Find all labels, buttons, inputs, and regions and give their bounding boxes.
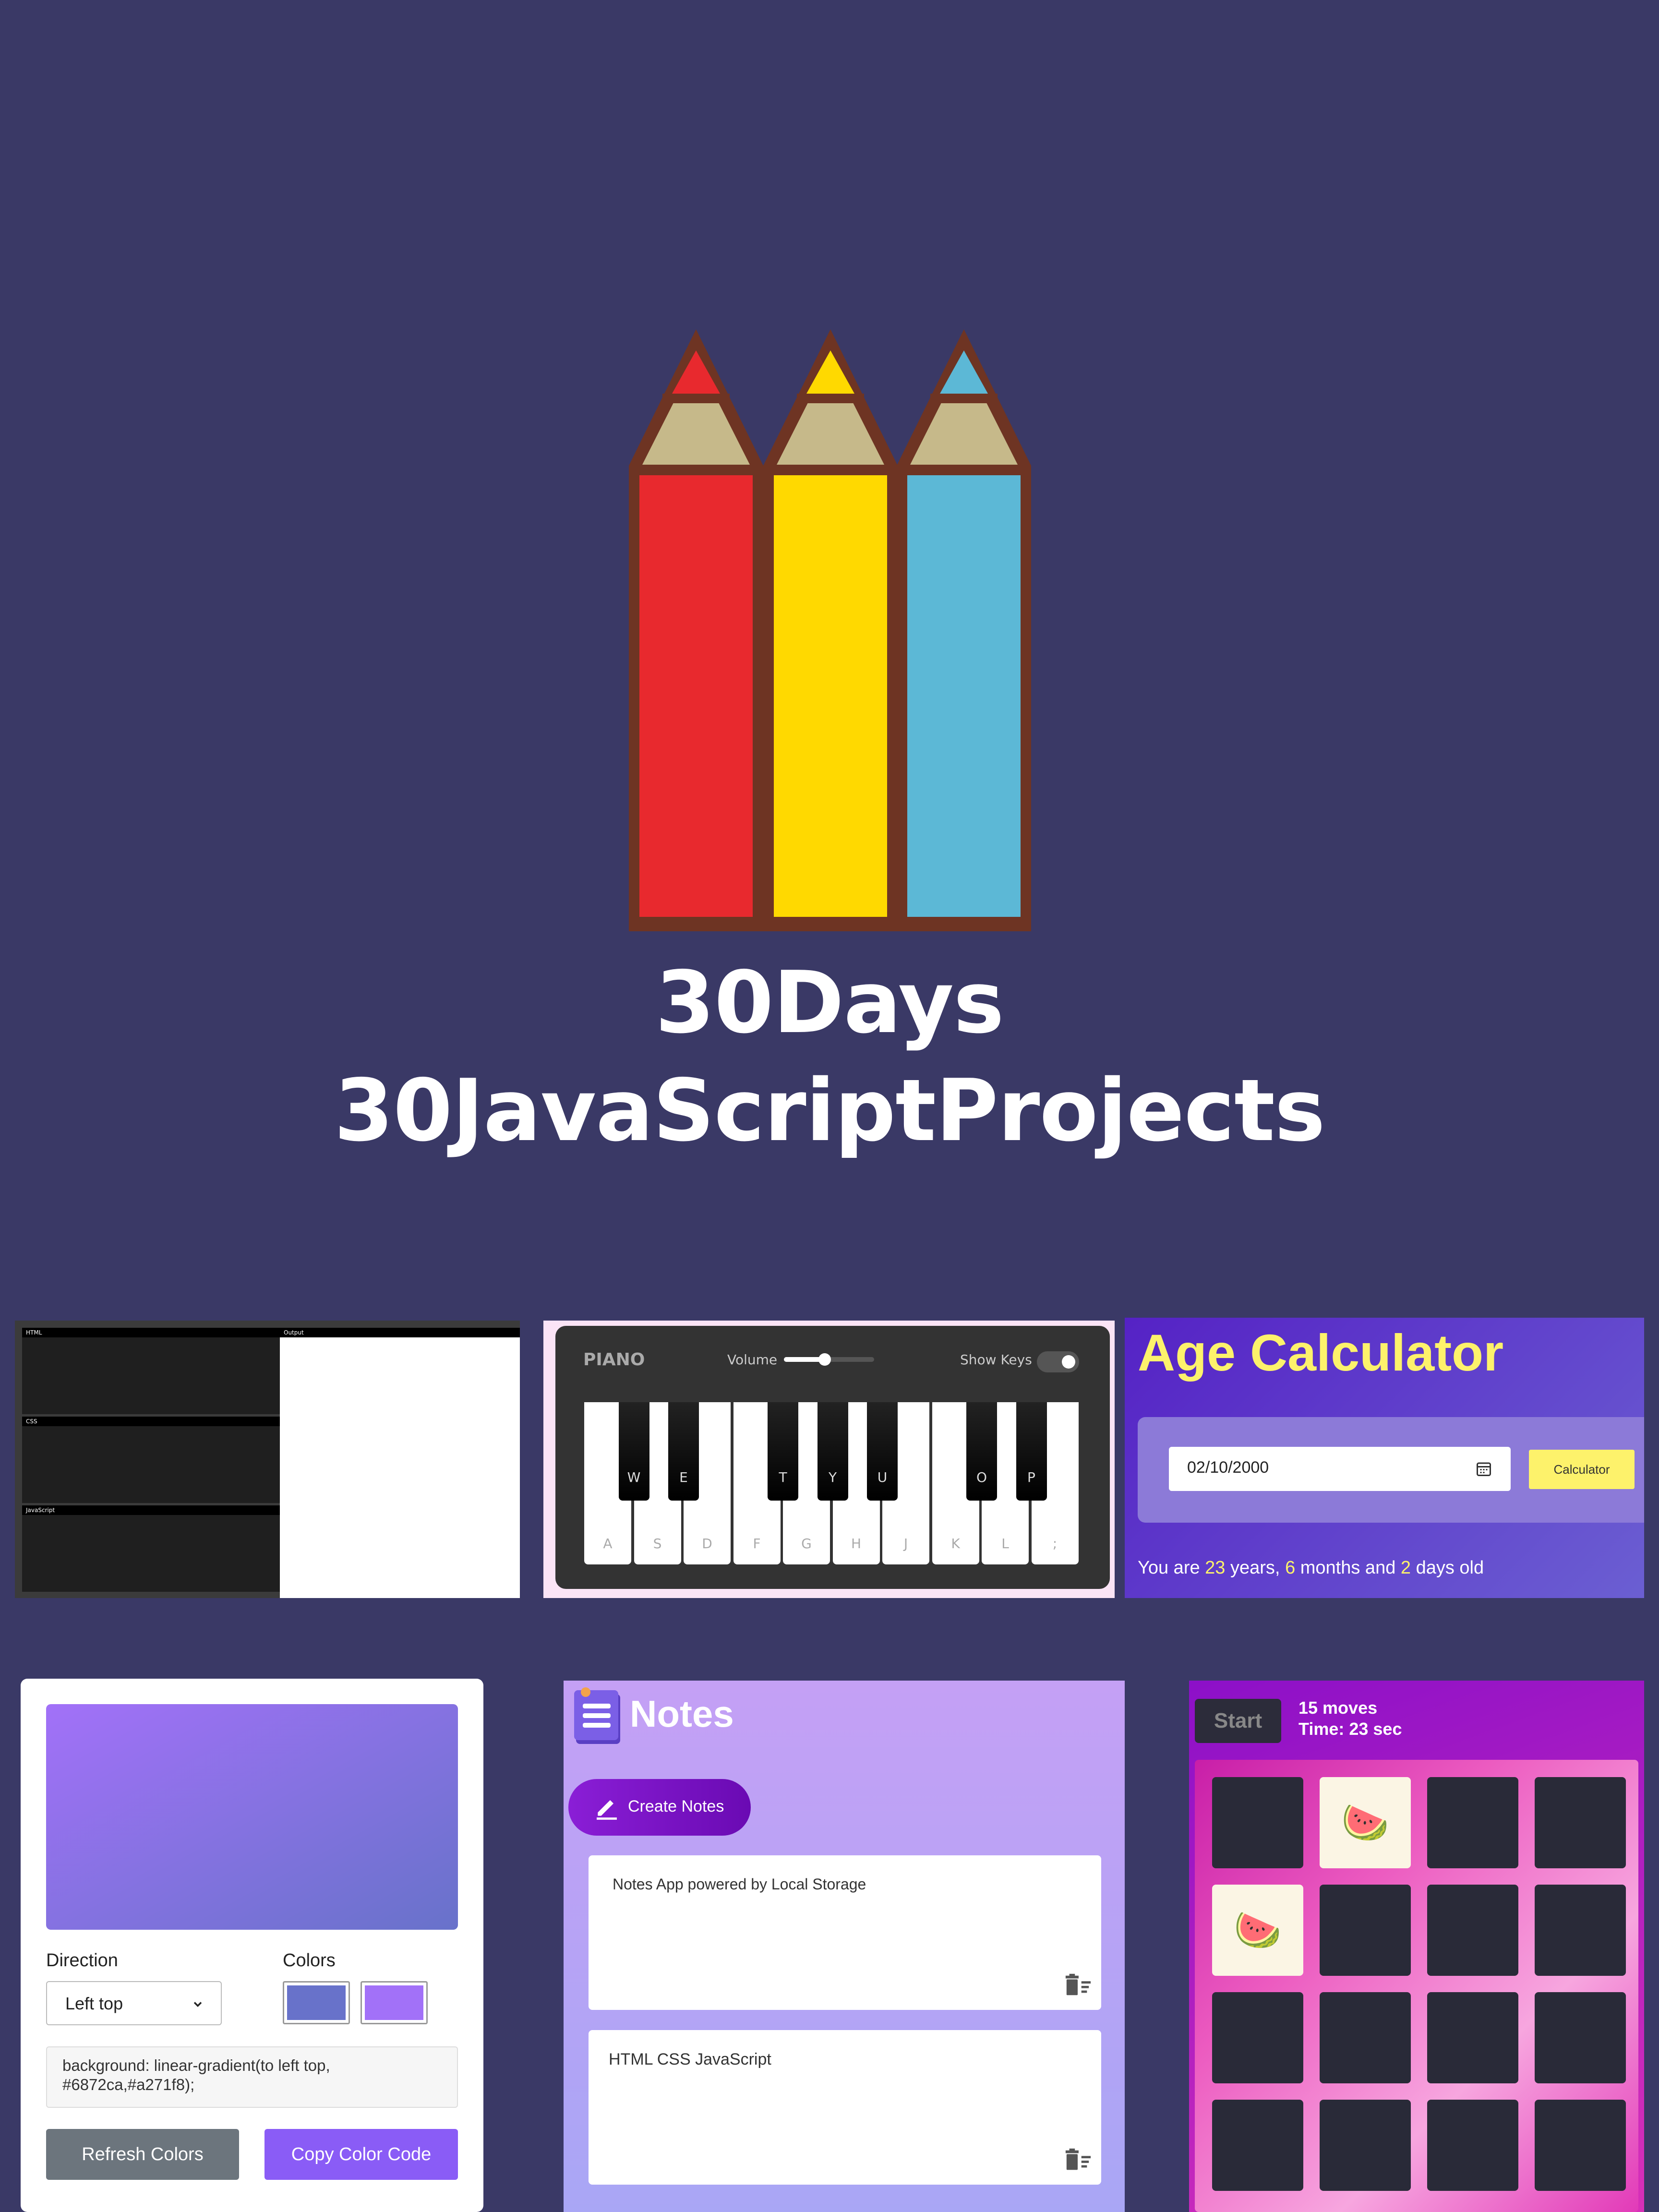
show-keys-toggle[interactable]	[1037, 1351, 1079, 1372]
note-text[interactable]: HTML CSS JavaScript	[609, 2050, 771, 2069]
color-swatch-1	[287, 1985, 346, 2020]
memory-card[interactable]	[1427, 2100, 1518, 2191]
notes-app: Notes Create Notes Notes App powered by …	[564, 1681, 1125, 2212]
memory-card[interactable]	[1427, 1992, 1518, 2083]
date-input[interactable]: 02/10/2000	[1169, 1447, 1511, 1491]
result-years-label: years,	[1225, 1558, 1286, 1578]
memory-card[interactable]	[1535, 1777, 1626, 1868]
result-prefix: You are	[1138, 1558, 1205, 1578]
refresh-colors-button[interactable]: Refresh Colors	[46, 2129, 239, 2180]
piano-black-key[interactable]: U	[867, 1402, 898, 1501]
memory-card[interactable]	[1535, 1992, 1626, 2083]
note-text[interactable]: Notes App powered by Local Storage	[613, 1875, 866, 1893]
show-keys-label: Show Keys	[960, 1352, 1032, 1368]
result-months-label: months and	[1295, 1558, 1401, 1578]
memory-card[interactable]	[1427, 1777, 1518, 1868]
date-input-value: 02/10/2000	[1187, 1458, 1269, 1477]
memory-card[interactable]	[1320, 1992, 1411, 2083]
trash-icon[interactable]	[1064, 2148, 1092, 2171]
piano-title: PIANO	[583, 1350, 645, 1370]
pencil-blue	[897, 329, 1031, 931]
memory-game-app: Start 15 moves Time: 23 sec 🍉 🍉	[1189, 1681, 1644, 2212]
toggle-knob	[1062, 1355, 1075, 1369]
color-swatch-2	[365, 1985, 423, 2020]
pencils-logo	[629, 329, 1031, 931]
memory-card[interactable]	[1320, 1885, 1411, 1976]
piano-black-key[interactable]: E	[668, 1402, 699, 1501]
piano-body: PIANO Volume Show Keys A S D F G H J K L; WETYUO…	[555, 1326, 1110, 1589]
code-editor-preview: HTML CSS JavaScript Output	[15, 1321, 520, 1598]
memory-card[interactable]	[1535, 2100, 1626, 2191]
memory-card[interactable]: 🍉	[1212, 1885, 1303, 1976]
note-card[interactable]: HTML CSS JavaScript	[589, 2030, 1101, 2185]
output-pane: Output	[280, 1328, 520, 1598]
volume-slider[interactable]	[784, 1353, 874, 1366]
pencil-red	[629, 329, 763, 931]
html-pane[interactable]: HTML	[22, 1328, 287, 1414]
html-pane-header: HTML	[22, 1328, 287, 1337]
css-pane[interactable]: CSS	[22, 1417, 287, 1503]
colors-label: Colors	[283, 1950, 336, 1971]
copy-color-code-button[interactable]: Copy Color Code	[264, 2129, 458, 2180]
result-days: 2	[1400, 1558, 1411, 1578]
pencil-yellow	[763, 329, 898, 931]
direction-select[interactable]: Left top	[46, 1981, 222, 2025]
memory-card[interactable]: 🍉	[1320, 1777, 1411, 1868]
chevron-down-icon	[193, 2002, 202, 2007]
age-result: You are 23 years, 6 months and 2 days ol…	[1138, 1558, 1484, 1578]
piano-black-key[interactable]: Y	[817, 1402, 848, 1501]
result-years: 23	[1205, 1558, 1226, 1578]
direction-select-value: Left top	[65, 1994, 123, 2013]
memory-card[interactable]	[1212, 1777, 1303, 1868]
output-pane-header: Output	[280, 1328, 520, 1337]
watermelon-icon: 🍉	[1341, 1800, 1389, 1845]
gradient-preview	[46, 1704, 458, 1930]
memory-card[interactable]	[1212, 1992, 1303, 2083]
result-months: 6	[1285, 1558, 1296, 1578]
calculate-button[interactable]: Calculator	[1529, 1450, 1635, 1489]
gradient-code-text: background: linear-gradient(to left top,…	[62, 2056, 330, 2093]
calendar-icon[interactable]	[1475, 1460, 1492, 1478]
age-calculator-title: Age Calculator	[1138, 1323, 1504, 1382]
start-button[interactable]: Start	[1195, 1699, 1281, 1743]
piano-black-key[interactable]: O	[966, 1402, 997, 1501]
trash-icon[interactable]	[1064, 1973, 1092, 1996]
piano-black-key[interactable]: P	[1016, 1402, 1047, 1501]
piano-black-key[interactable]: W	[618, 1402, 649, 1501]
piano-black-key[interactable]: T	[768, 1402, 798, 1501]
age-input-panel: 02/10/2000 Calculator	[1138, 1417, 1644, 1523]
age-calculator-app: Age Calculator 02/10/2000 Calculator You…	[1125, 1318, 1644, 1598]
direction-label: Direction	[46, 1950, 118, 1971]
notes-title: Notes	[630, 1693, 734, 1735]
memory-card[interactable]	[1320, 2100, 1411, 2191]
hero-title-line2: 30JavaScriptProjects	[334, 1061, 1325, 1160]
css-pane-header: CSS	[22, 1417, 287, 1426]
memory-grid: 🍉 🍉	[1195, 1760, 1638, 2212]
memory-card[interactable]	[1427, 1885, 1518, 1976]
volume-slider-thumb[interactable]	[818, 1353, 831, 1366]
volume-label: Volume	[727, 1352, 778, 1368]
javascript-pane-header: JavaScript	[22, 1505, 287, 1515]
watermelon-icon: 🍉	[1234, 1908, 1282, 1952]
note-card[interactable]: Notes App powered by Local Storage	[589, 1855, 1101, 2010]
create-notes-button[interactable]: Create Notes	[568, 1779, 751, 1836]
timer: Time: 23 sec	[1298, 1719, 1402, 1739]
moves-counter: 15 moves	[1298, 1698, 1378, 1718]
gradient-generator-app: Direction Left top Colors background: li…	[21, 1679, 483, 2212]
create-notes-label: Create Notes	[628, 1797, 724, 1815]
memory-card[interactable]	[1535, 1885, 1626, 1976]
result-days-label: days old	[1411, 1558, 1484, 1578]
pencil-icon	[597, 1800, 617, 1820]
color-picker-1[interactable]	[283, 1981, 350, 2024]
color-picker-2[interactable]	[361, 1981, 428, 2024]
hero-title-line1: 30Days	[655, 953, 1004, 1052]
notepad-icon	[574, 1687, 620, 1744]
memory-card[interactable]	[1212, 2100, 1303, 2191]
piano-app: PIANO Volume Show Keys A S D F G H J K L; WETYUO…	[543, 1321, 1115, 1598]
javascript-pane[interactable]: JavaScript	[22, 1505, 287, 1592]
gradient-code-box[interactable]: background: linear-gradient(to left top,…	[46, 2046, 458, 2108]
